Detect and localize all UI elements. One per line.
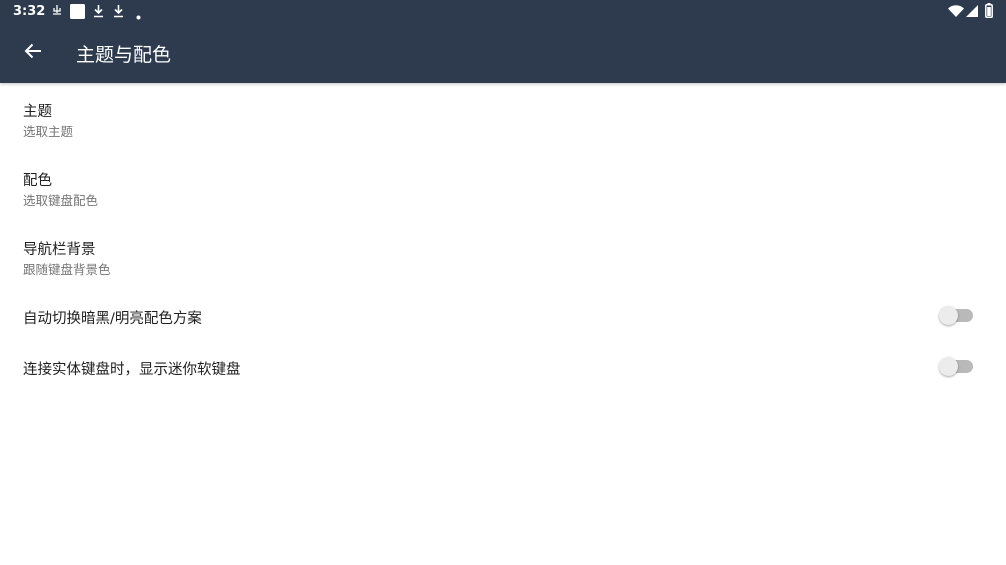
pref-title: 配色: [23, 173, 52, 189]
pref-auto-dark-light[interactable]: 自动切换暗黑/明亮配色方案: [0, 290, 1006, 341]
pref-navbar-background[interactable]: 导航栏背景 跟随键盘背景色: [0, 221, 1006, 290]
square-notification-icon: [70, 4, 85, 23]
pref-summary: 选取主题: [23, 124, 74, 139]
switch-thumb: [939, 305, 958, 325]
download-icon: [113, 4, 124, 22]
mini-soft-keyboard-switch[interactable]: [939, 356, 973, 376]
battery-icon: [985, 3, 993, 22]
wifi-icon: [948, 5, 964, 21]
pref-title: 主题: [23, 104, 52, 120]
arrow-left-icon: [24, 43, 42, 63]
usb-debug-icon: [52, 4, 62, 20]
status-time: 3:32: [13, 4, 46, 19]
download-icon: [93, 4, 104, 22]
cell-signal-icon: [966, 5, 978, 21]
dot-icon: [136, 9, 141, 24]
app-bar: 3:32 主题与配色: [0, 0, 1006, 83]
pref-color-scheme[interactable]: 配色 选取键盘配色: [0, 152, 1006, 221]
switch-thumb: [939, 356, 958, 376]
pref-title: 自动切换暗黑/明亮配色方案: [23, 311, 202, 327]
pref-summary: 选取键盘配色: [23, 193, 99, 208]
pref-summary: 跟随键盘背景色: [23, 262, 111, 277]
back-button[interactable]: [16, 36, 50, 70]
pref-mini-soft-keyboard[interactable]: 连接实体键盘时，显示迷你软键盘: [0, 341, 1006, 392]
pref-title: 导航栏背景: [23, 242, 96, 258]
pref-theme[interactable]: 主题 选取主题: [0, 83, 1006, 152]
pref-title: 连接实体键盘时，显示迷你软键盘: [23, 362, 241, 378]
page-title: 主题与配色: [76, 44, 172, 66]
preference-list: 主题 选取主题 配色 选取键盘配色 导航栏背景 跟随键盘背景色: [0, 83, 1006, 290]
auto-dark-light-switch[interactable]: [939, 305, 973, 325]
status-bar: 3:32: [0, 0, 1006, 24]
